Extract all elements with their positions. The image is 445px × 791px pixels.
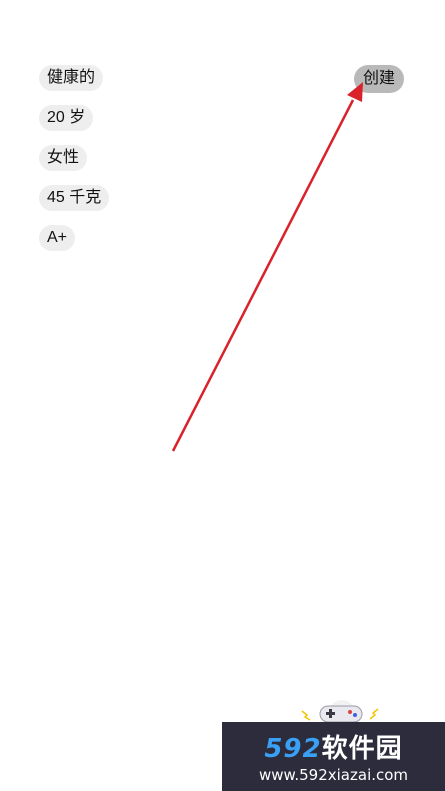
watermark-url: www.592xiazai.com bbox=[258, 766, 409, 784]
arrow-head bbox=[347, 82, 363, 102]
watermark-logo: 592软件园 www.592xiazai.com bbox=[222, 722, 445, 791]
gamepad-icon bbox=[301, 700, 379, 724]
watermark-brand-number: 592 bbox=[264, 734, 322, 764]
watermark-brand-text: 软件园 bbox=[321, 734, 403, 764]
watermark-brand: 592软件园 bbox=[222, 728, 445, 765]
annotation-arrow bbox=[171, 82, 363, 452]
arrow-shaft bbox=[171, 99, 355, 452]
